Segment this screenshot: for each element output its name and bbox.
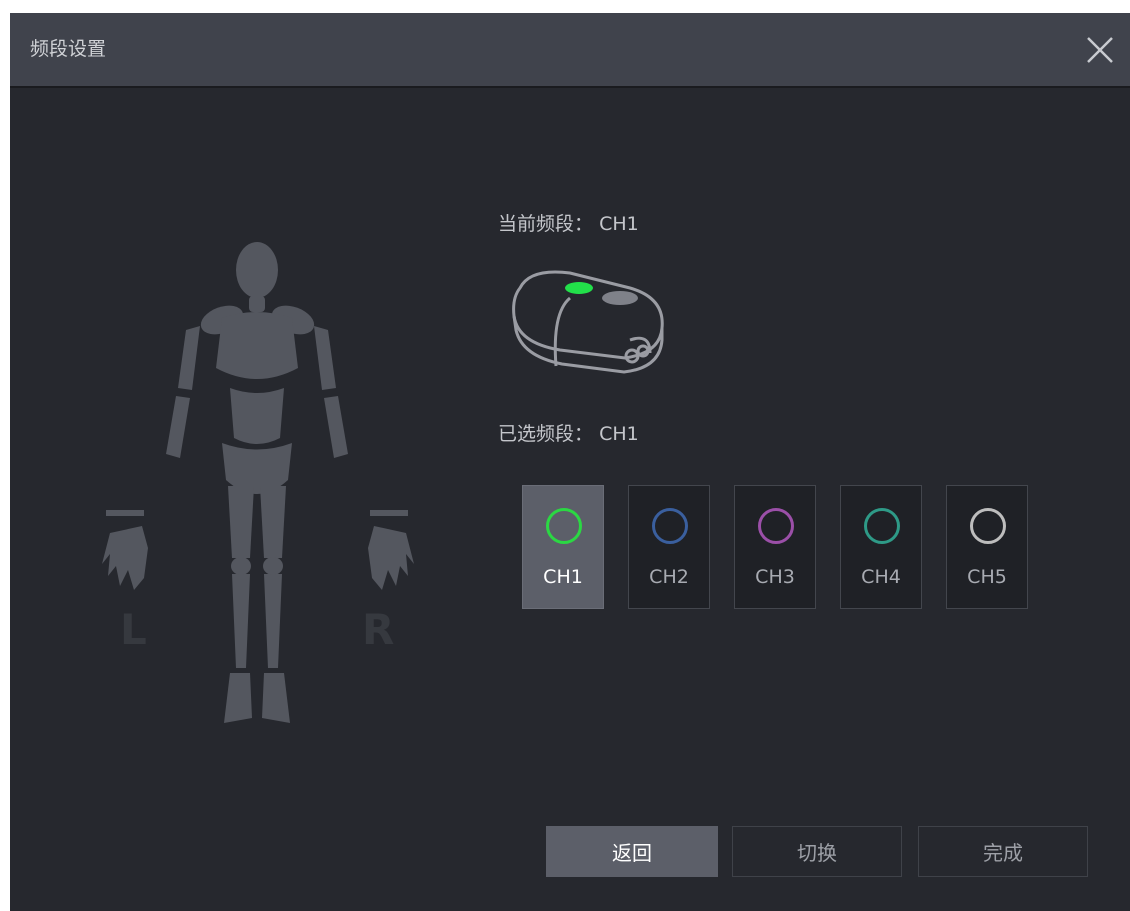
- device-illustration: [500, 258, 675, 388]
- close-icon: [1087, 36, 1113, 63]
- channel-label: CH5: [967, 566, 1007, 588]
- done-button[interactable]: 完成: [918, 826, 1088, 877]
- title-bar: 频段设置: [10, 13, 1130, 88]
- channel-button-ch2[interactable]: CH2: [628, 485, 710, 609]
- channel-label: CH4: [861, 566, 901, 588]
- band-settings-dialog: 频段设置 L R 当前频段： CH1 已选频段： CH1 CH1 CH2 CH3…: [10, 13, 1130, 911]
- channel-button-ch5[interactable]: CH5: [946, 485, 1028, 609]
- body-figure: L R: [90, 218, 430, 738]
- channel-label: CH3: [755, 566, 795, 588]
- close-button[interactable]: [1070, 13, 1130, 86]
- channel-ring-icon: [970, 508, 1006, 544]
- current-band-label: 当前频段： CH1: [498, 209, 639, 236]
- channel-button-ch1[interactable]: CH1: [522, 485, 604, 609]
- right-side-label: R: [362, 605, 395, 654]
- channel-label: CH2: [649, 566, 689, 588]
- selected-band-caption: 已选频段：: [498, 423, 594, 445]
- channel-label: CH1: [543, 566, 583, 588]
- dialog-title: 频段设置: [30, 38, 107, 60]
- channel-ring-icon: [546, 508, 582, 544]
- switch-button[interactable]: 切换: [732, 826, 902, 877]
- current-band-caption: 当前频段：: [498, 213, 594, 235]
- sensor-device-icon: [512, 270, 664, 374]
- back-button[interactable]: 返回: [546, 826, 718, 877]
- channel-button-ch3[interactable]: CH3: [734, 485, 816, 609]
- channel-button-ch4[interactable]: CH4: [840, 485, 922, 609]
- channel-ring-icon: [864, 508, 900, 544]
- channel-ring-icon: [758, 508, 794, 544]
- current-band-value: CH1: [599, 213, 639, 235]
- selected-band-label: 已选频段： CH1: [498, 419, 639, 446]
- selected-band-value: CH1: [599, 423, 639, 445]
- channel-ring-icon: [652, 508, 688, 544]
- human-figure-icon: [102, 242, 414, 723]
- left-side-label: L: [120, 605, 147, 654]
